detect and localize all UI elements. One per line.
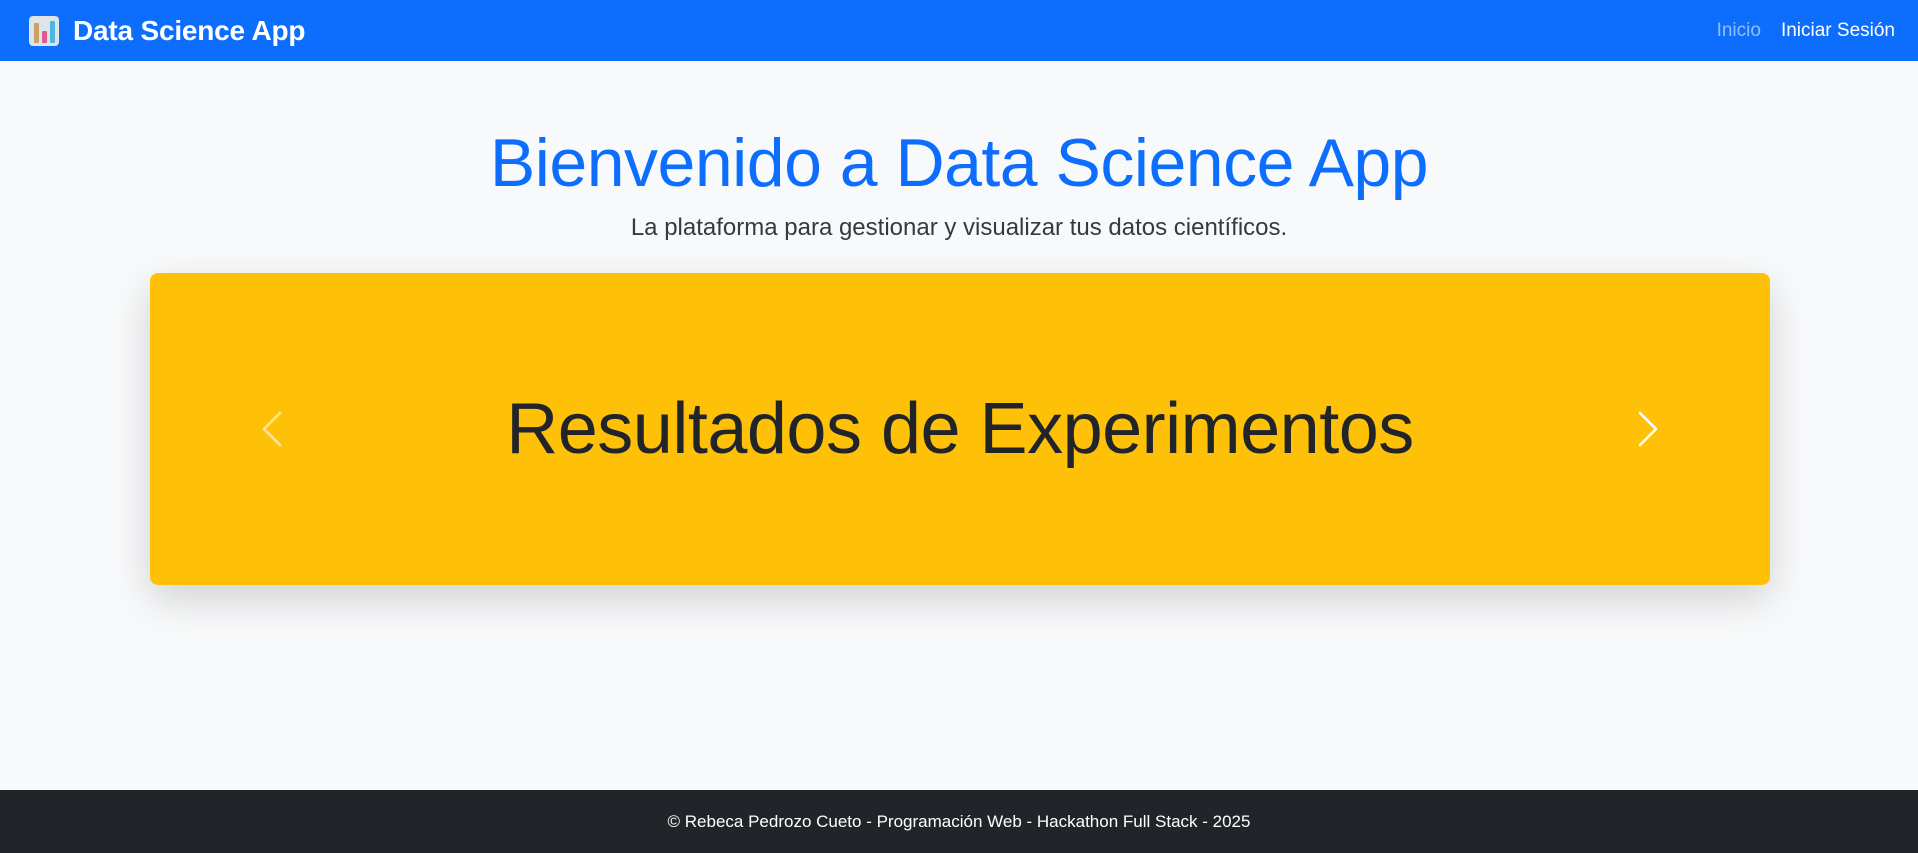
carousel-next-button[interactable]: [1618, 389, 1678, 469]
chevron-left-icon: [262, 411, 282, 447]
nav-links: Inicio Iniciar Sesión: [1717, 20, 1895, 42]
brand-name: Data Science App: [73, 14, 306, 46]
footer-text: © Rebeca Pedrozo Cueto - Programación We…: [667, 811, 1251, 831]
footer: © Rebeca Pedrozo Cueto - Programación We…: [0, 790, 1918, 853]
carousel-prev-button[interactable]: [242, 389, 302, 469]
page-title: Bienvenido a Data Science App: [489, 125, 1429, 201]
nav-link-inicio[interactable]: Inicio: [1717, 20, 1761, 42]
page-subtitle: La plataforma para gestionar y visualiza…: [630, 214, 1288, 241]
brand-link[interactable]: Data Science App: [29, 15, 305, 47]
carousel: Resultados de Experimentos: [150, 273, 1770, 585]
chevron-right-icon: [1638, 411, 1658, 447]
nav-link-iniciar-sesion[interactable]: Iniciar Sesión: [1781, 20, 1895, 42]
slide-title: Resultados de Experimentos: [506, 389, 1414, 469]
hero: Bienvenido a Data Science App La platafo…: [0, 61, 1918, 242]
navbar: Data Science App Inicio Iniciar Sesión: [0, 0, 1918, 61]
bar-chart-icon: [29, 15, 59, 46]
